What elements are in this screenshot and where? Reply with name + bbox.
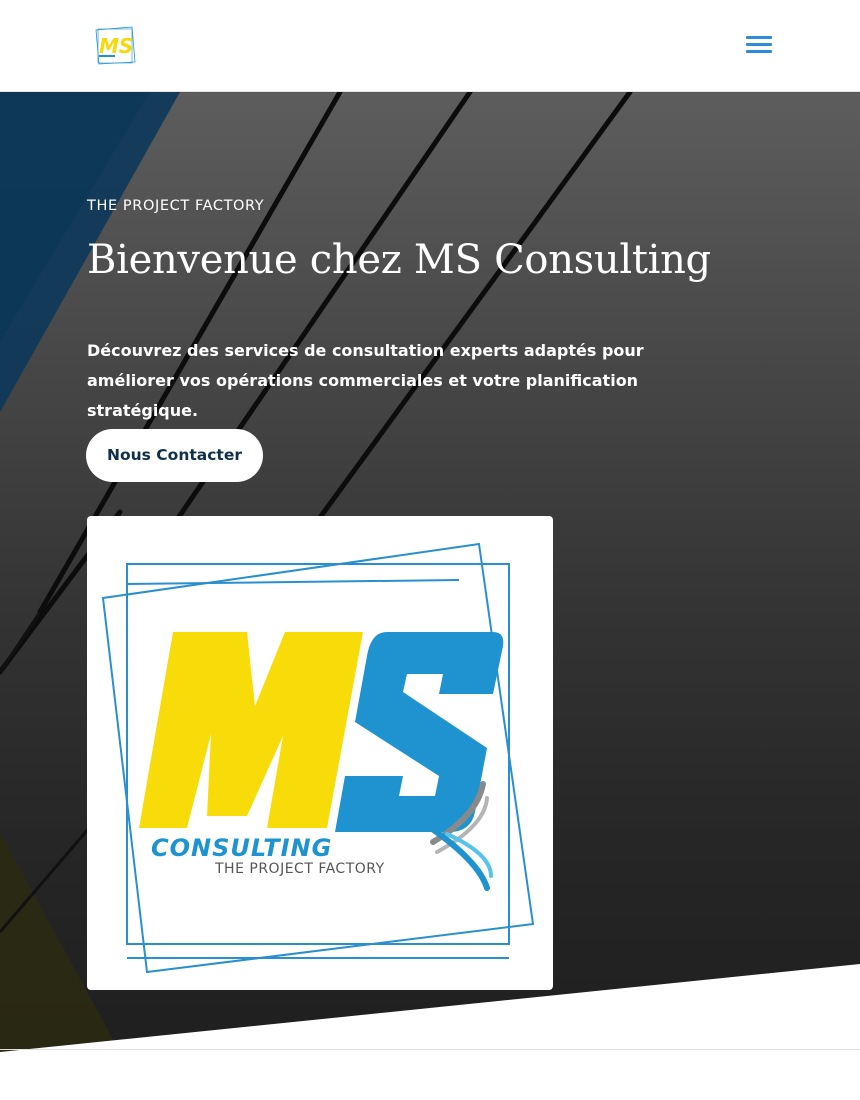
logo-card: CONSULTING THE PROJECT FACTORY (87, 516, 553, 990)
logo-letter-m (139, 632, 363, 828)
site-header: MS (0, 0, 860, 92)
site-logo[interactable]: MS (92, 22, 138, 68)
hero-eyebrow: THE PROJECT FACTORY (87, 198, 265, 214)
hero-description: Découvrez des services de consultation e… (87, 341, 644, 420)
section-separator (0, 1049, 860, 1050)
ms-consulting-logo-icon: MS (92, 22, 138, 68)
hero-section: THE PROJECT FACTORY Bienvenue chez MS Co… (0, 92, 860, 1052)
contact-button[interactable]: Nous Contacter (86, 429, 263, 482)
header-logo-m: MS (99, 34, 133, 58)
hamburger-menu-icon[interactable] (746, 34, 772, 54)
hero-title: Bienvenue chez MS Consulting (87, 237, 711, 283)
logo-tagline: THE PROJECT FACTORY (214, 861, 385, 877)
ms-consulting-logo-large: CONSULTING THE PROJECT FACTORY (101, 542, 535, 974)
logo-wordmark: CONSULTING (151, 834, 332, 862)
